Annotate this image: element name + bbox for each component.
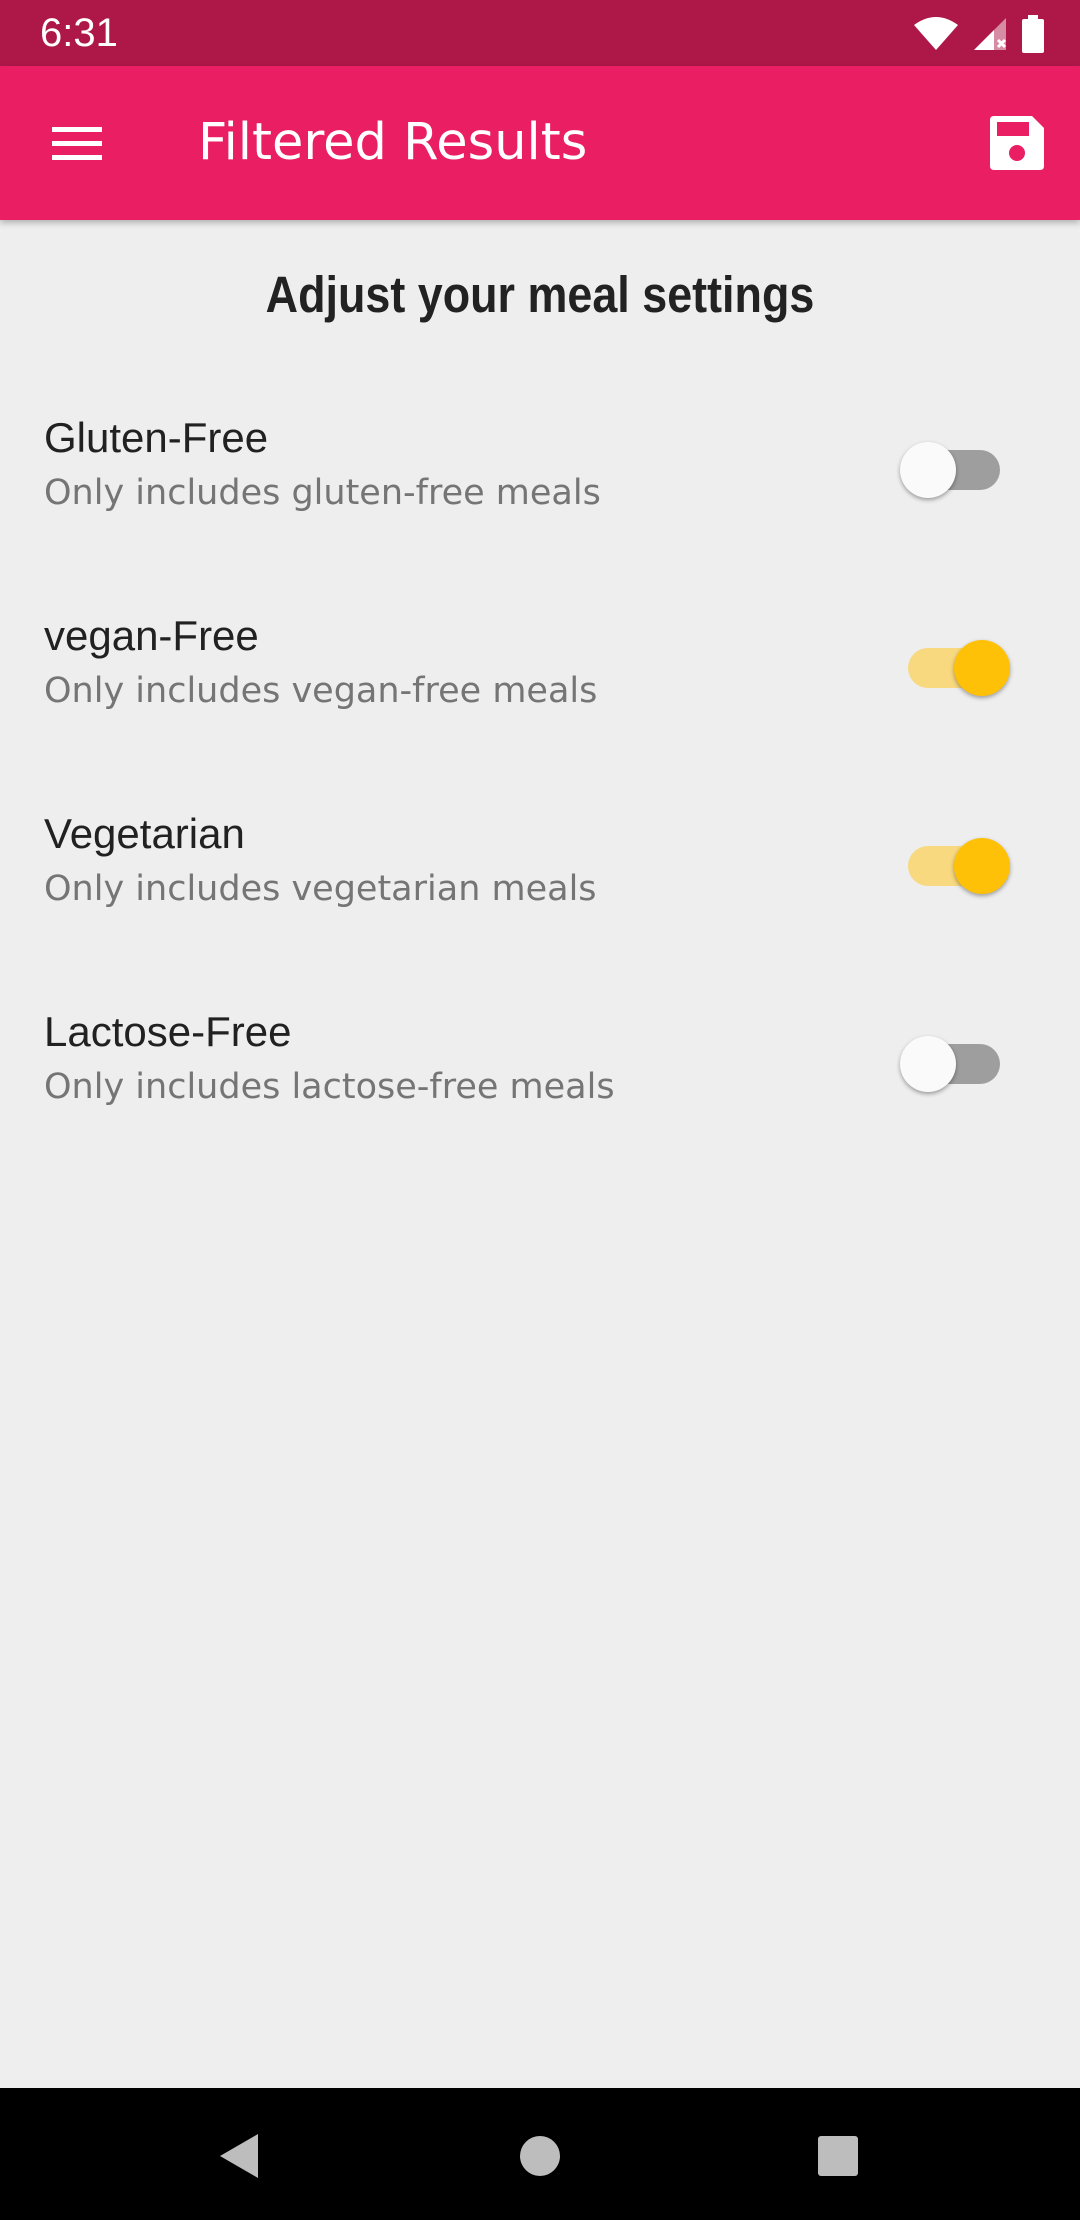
setting-description: Only includes lactose-free meals xyxy=(44,1067,615,1107)
section-heading: Adjust your meal settings xyxy=(265,266,815,323)
setting-description: Only includes vegan-free meals xyxy=(44,671,598,711)
system-nav-bar xyxy=(0,2088,1080,2220)
hamburger-menu-icon[interactable] xyxy=(40,113,114,173)
setting-description: Only includes gluten-free meals xyxy=(44,473,601,513)
switch-thumb xyxy=(900,442,956,498)
setting-row-vegetarian: Vegetarian Only includes vegetarian meal… xyxy=(0,806,1080,1004)
app-bar: Filtered Results xyxy=(0,66,1080,220)
lactose-free-switch[interactable] xyxy=(900,1028,1010,1100)
setting-label: Vegetarian xyxy=(44,810,245,857)
switch-thumb xyxy=(954,838,1010,894)
wifi-icon xyxy=(914,17,958,50)
vegetarian-switch[interactable] xyxy=(900,830,1010,902)
page-title: Filtered Results xyxy=(198,113,588,172)
cell-signal-icon xyxy=(974,18,1007,50)
setting-row-vegan-free: vegan-Free Only includes vegan-free meal… xyxy=(0,608,1080,806)
setting-label: Gluten-Free xyxy=(44,414,269,461)
setting-row-gluten-free: Gluten-Free Only includes gluten-free me… xyxy=(0,410,1080,608)
setting-description: Only includes vegetarian meals xyxy=(44,869,597,909)
back-icon[interactable] xyxy=(210,2126,270,2186)
status-time: 6:31 xyxy=(40,11,118,55)
switch-thumb xyxy=(900,1036,956,1092)
save-button[interactable] xyxy=(986,112,1048,174)
switch-thumb xyxy=(954,640,1010,696)
save-floppy-icon xyxy=(990,116,1044,170)
setting-label: vegan-Free xyxy=(44,612,259,659)
vegan-free-switch[interactable] xyxy=(900,632,1010,704)
setting-label: Lactose-Free xyxy=(44,1008,292,1055)
setting-row-lactose-free: Lactose-Free Only includes lactose-free … xyxy=(0,1004,1080,1202)
home-icon[interactable] xyxy=(510,2126,570,2186)
gluten-free-switch[interactable] xyxy=(900,434,1010,506)
recents-icon[interactable] xyxy=(808,2126,868,2186)
battery-icon xyxy=(1022,15,1044,53)
status-icons xyxy=(914,14,1044,54)
status-bar: 6:31 xyxy=(0,0,1080,66)
